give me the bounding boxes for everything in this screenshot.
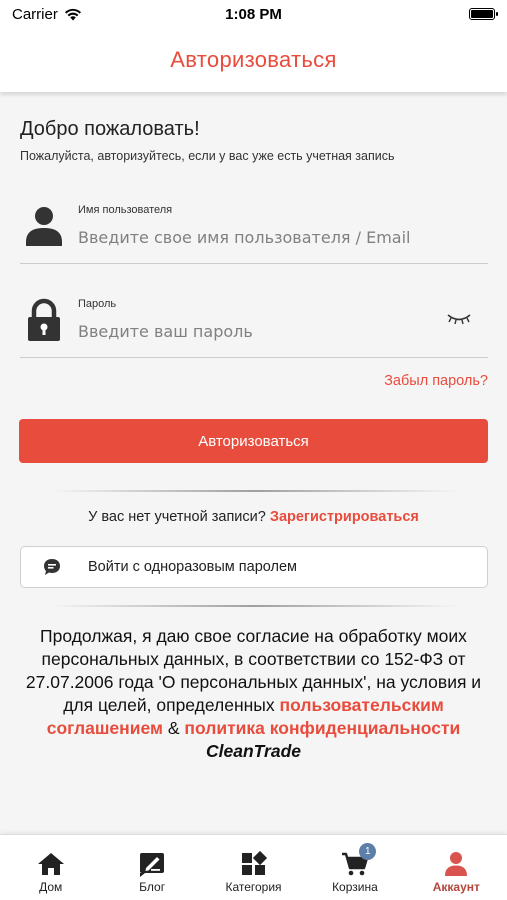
register-row: У вас нет учетной записи? Зарегистрирова… [0, 509, 507, 525]
password-field[interactable]: Пароль [20, 286, 488, 358]
tab-account-label: Аккаунт [432, 880, 480, 894]
chat-bubble-icon [44, 559, 60, 575]
cart-badge: 1 [359, 843, 377, 860]
consent-ampersand: & [167, 718, 180, 738]
nav-header: Авторизоваться [0, 28, 507, 92]
register-link[interactable]: Зарегистрироваться [270, 509, 419, 525]
consent-text: Продолжая, я даю свое согласие на обрабо… [16, 625, 491, 763]
password-label: Пароль [78, 298, 117, 310]
category-grid-icon [241, 851, 267, 875]
forgot-password-link[interactable]: Забыл пароль? [384, 373, 488, 389]
tab-bar: Дом Блог Категория 1 Корзина Аккаунт [0, 834, 507, 900]
brand-name: CleanTrade [206, 741, 301, 761]
divider [50, 490, 458, 492]
eye-closed-icon[interactable] [446, 312, 472, 326]
username-field[interactable]: Имя пользователя [20, 192, 488, 264]
welcome-subtitle: Пожалуйста, авторизуйтесь, если у вас уж… [20, 149, 395, 163]
battery-icon [469, 8, 498, 20]
tab-category-label: Категория [225, 880, 282, 894]
tab-home[interactable]: Дом [0, 835, 101, 900]
tab-account[interactable]: Аккаунт [406, 835, 507, 900]
lock-icon [28, 298, 60, 341]
tab-blog[interactable]: Блог [101, 835, 202, 900]
username-label: Имя пользователя [78, 204, 173, 216]
divider [50, 605, 458, 607]
status-bar: Carrier 1:08 PM [0, 0, 507, 28]
password-input[interactable] [78, 318, 438, 344]
blog-edit-icon [140, 853, 165, 877]
wifi-icon [64, 8, 81, 20]
username-input[interactable] [78, 224, 438, 250]
login-form: Добро пожаловать! Пожалуйста, авторизуйт… [0, 92, 507, 834]
tab-category[interactable]: Категория [203, 835, 304, 900]
user-icon [26, 207, 62, 246]
page-title: Авторизоваться [170, 47, 337, 72]
tab-blog-label: Блог [139, 880, 166, 894]
home-icon [37, 853, 64, 875]
tab-home-label: Дом [39, 880, 63, 894]
otp-login-label: Войти с одноразовым паролем [88, 559, 298, 575]
otp-login-button[interactable]: Войти с одноразовым паролем [20, 546, 488, 588]
status-left: Carrier [12, 6, 82, 23]
privacy-policy-link[interactable]: политика конфиденциальности [184, 718, 460, 738]
account-icon [445, 852, 468, 876]
no-account-text: У вас нет учетной записи? [88, 509, 266, 525]
tab-cart-label: Корзина [332, 880, 378, 894]
carrier-label: Carrier [12, 5, 58, 23]
tab-cart[interactable]: 1 Корзина [304, 835, 405, 900]
login-button[interactable]: Авторизоваться [19, 419, 488, 463]
welcome-heading: Добро пожаловать! [20, 118, 200, 140]
